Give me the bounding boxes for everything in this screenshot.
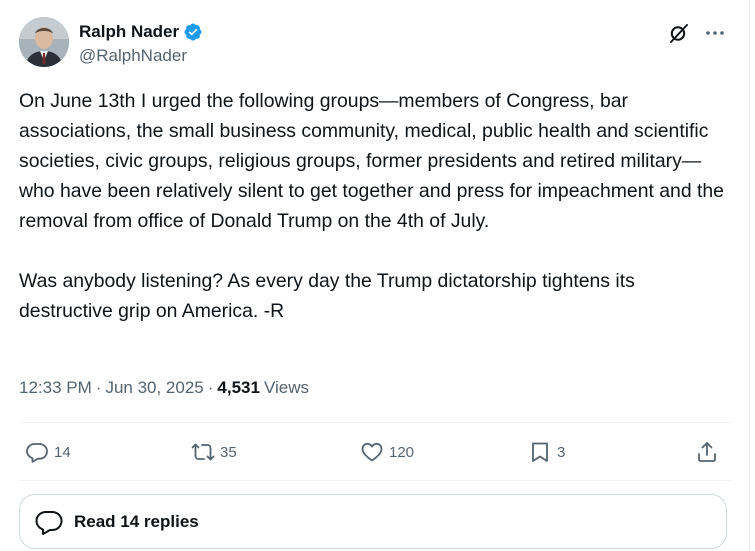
tweet-meta: 12:33 PM · Jun 30, 2025 · 4,531 Views xyxy=(19,378,309,398)
verified-badge-icon xyxy=(184,23,202,41)
avatar[interactable] xyxy=(19,17,69,67)
avatar-image xyxy=(19,17,69,67)
grok-button[interactable] xyxy=(667,21,691,45)
retweet-button[interactable]: 35 xyxy=(191,440,237,464)
more-icon xyxy=(706,31,724,35)
reply-button[interactable]: 14 xyxy=(25,440,71,464)
bookmark-count: 3 xyxy=(557,443,566,461)
more-button[interactable] xyxy=(703,21,727,45)
meta-separator: · xyxy=(95,378,102,397)
author-names: Ralph Nader @RalphNader xyxy=(79,21,203,66)
reply-count: 14 xyxy=(54,443,71,461)
tweet-text: On June 13th I urged the following group… xyxy=(19,90,724,322)
divider xyxy=(19,422,731,423)
replies-bubble-icon xyxy=(35,510,63,535)
views-label: Views xyxy=(263,378,310,397)
bookmark-icon xyxy=(532,442,548,462)
author-display-name[interactable]: Ralph Nader xyxy=(79,22,179,42)
share-button[interactable] xyxy=(695,440,719,464)
meta-separator: · xyxy=(207,378,214,397)
read-replies-button[interactable]: Read 14 replies xyxy=(19,494,727,549)
reply-icon xyxy=(26,443,48,463)
grok-icon xyxy=(670,24,688,43)
retweet-count: 35 xyxy=(220,443,237,461)
read-replies-label: Read 14 replies xyxy=(74,511,199,531)
tweet-date[interactable]: Jun 30, 2025 xyxy=(105,378,203,398)
tweet-header: Ralph Nader @RalphNader xyxy=(19,17,731,69)
tweet-detail: Ralph Nader @RalphNader On June 13th I u… xyxy=(0,0,750,551)
action-bar: 14 35 120 3 xyxy=(19,430,731,478)
retweet-icon xyxy=(191,443,215,461)
bookmark-button[interactable]: 3 xyxy=(528,440,565,464)
divider xyxy=(19,480,731,481)
tweet-time[interactable]: 12:33 PM xyxy=(19,378,92,398)
views-count: 4,531 xyxy=(217,378,260,397)
share-icon xyxy=(698,442,716,462)
heart-icon xyxy=(361,442,383,462)
like-button[interactable]: 120 xyxy=(360,440,414,464)
like-count: 120 xyxy=(389,443,415,461)
author-handle[interactable]: @RalphNader xyxy=(79,46,203,66)
